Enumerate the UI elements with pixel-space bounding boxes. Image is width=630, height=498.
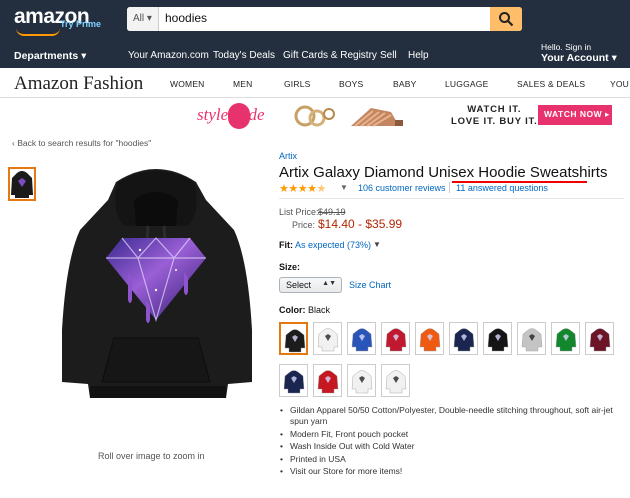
list-item: Printed in USA: [280, 454, 620, 465]
color-swatch-green[interactable]: [551, 322, 580, 355]
try-prime-link[interactable]: Try Prime: [60, 19, 101, 29]
color-swatch-red-purple-design[interactable]: [381, 322, 410, 355]
size-select[interactable]: Select ▲▼: [279, 277, 342, 293]
price-label: Price:: [292, 220, 316, 230]
banner-tagline: WATCH IT. LOVE IT. BUY IT.: [451, 104, 538, 127]
main-product-image[interactable]: [56, 160, 256, 425]
fashion-nav-women[interactable]: WOMEN: [170, 79, 205, 89]
size-chart-link[interactable]: Size Chart: [349, 280, 391, 290]
hoodie-swatch-image: [385, 370, 407, 394]
fashion-nav-luggage[interactable]: LUGGAGE: [445, 79, 488, 89]
stylecode-logo: style code: [197, 102, 282, 130]
color-swatch-navy[interactable]: [449, 322, 478, 355]
color-swatch-navy[interactable]: [279, 364, 308, 397]
hoodie-image: [62, 169, 252, 398]
color-swatch-royal-blue[interactable]: [347, 322, 376, 355]
nav-your-amazon[interactable]: Your Amazon.com: [128, 50, 209, 61]
fashion-nav-men[interactable]: MEN: [233, 79, 253, 89]
hoodie-swatch-image: [419, 328, 441, 352]
fit-link[interactable]: As expected (73%): [295, 240, 371, 250]
fit-label: Fit:: [279, 240, 293, 250]
customer-reviews-link[interactable]: 106 customer reviews: [358, 183, 446, 193]
color-swatch-black[interactable]: [279, 322, 308, 355]
color-label: Color: Black: [279, 305, 331, 315]
hoodie-thumbnail-image: [11, 171, 33, 198]
departments-menu[interactable]: Departments ▾: [14, 50, 86, 62]
amazon-fashion-logo[interactable]: Amazon Fashion: [14, 73, 143, 95]
hoodie-swatch-image: [317, 328, 339, 352]
fashion-nav-sales-deals[interactable]: SALES & DEALS: [517, 79, 585, 89]
color-swatch-maroon[interactable]: [585, 322, 614, 355]
product-thumbnail[interactable]: [8, 167, 36, 201]
color-swatch-black-white[interactable]: [483, 322, 512, 355]
account-menu[interactable]: Hello. Sign in Your Account ▾: [541, 42, 617, 64]
amazon-smile-icon: [16, 28, 60, 36]
hoodie-swatch-image: [284, 329, 306, 353]
jewelry-image: [294, 105, 403, 127]
product-title: Artix Galaxy Diamond Unisex Hoodie Sweat…: [279, 164, 608, 181]
list-price-label: List Price:: [279, 207, 319, 217]
search-button[interactable]: [490, 7, 522, 31]
list-item: Modern Fit, Front pouch pocket: [280, 429, 620, 440]
color-swatch-red[interactable]: [313, 364, 342, 397]
hoodie-swatch-image: [317, 370, 339, 394]
nav-gift-cards[interactable]: Gift Cards & Registry: [283, 50, 377, 61]
brand-link[interactable]: Artix: [279, 151, 297, 161]
zoom-hint: Roll over image to zoom in: [98, 451, 205, 461]
fashion-nav-girls[interactable]: GIRLS: [284, 79, 311, 89]
chevron-down-icon[interactable]: ▼: [340, 183, 348, 192]
hoodie-swatch-image: [453, 328, 475, 352]
top-header: amazon Try Prime All ▾ Departments ▾ You…: [0, 0, 630, 68]
size-label: Size:: [279, 262, 301, 272]
color-swatch-white[interactable]: [381, 364, 410, 397]
list-item: Visit our Store for more items!: [280, 466, 620, 477]
search-input[interactable]: [165, 11, 465, 25]
color-swatch-heather-grey[interactable]: [517, 322, 546, 355]
hoodie-swatch-image: [351, 370, 373, 394]
nav-help[interactable]: Help: [408, 50, 429, 61]
back-to-results-link[interactable]: ‹ Back to search results for "hoodies": [12, 138, 151, 148]
hoodie-swatch-image: [351, 328, 373, 352]
search-icon: [499, 12, 514, 27]
hoodie-swatch-image: [487, 328, 509, 352]
nav-sell[interactable]: Sell: [380, 50, 397, 61]
hoodie-swatch-image: [589, 328, 611, 352]
list-item: Wash Inside Out with Cold Water: [280, 441, 620, 452]
fashion-nav: Amazon Fashion WOMEN MEN GIRLS BOYS BABY…: [0, 68, 630, 98]
color-swatch-orange[interactable]: [415, 322, 444, 355]
fashion-nav-boys[interactable]: BOYS: [339, 79, 363, 89]
answered-questions-link[interactable]: 11 answered questions: [456, 183, 548, 193]
fashion-nav-you[interactable]: YOU: [610, 79, 629, 89]
fashion-nav-baby[interactable]: BABY: [393, 79, 416, 89]
updown-arrows-icon: ▲▼: [322, 280, 336, 287]
list-price-value: $49.19: [318, 207, 346, 217]
color-swatch-white[interactable]: [347, 364, 376, 397]
hoodie-swatch-image: [521, 328, 543, 352]
divider: [279, 198, 624, 199]
hoodie-swatch-image: [283, 370, 305, 394]
nav-todays-deals[interactable]: Today's Deals: [213, 50, 275, 61]
list-item: Gildan Apparel 50/50 Cotton/Polyester, D…: [280, 405, 620, 427]
chevron-down-icon[interactable]: ▼: [373, 240, 381, 249]
feature-bullets: Gildan Apparel 50/50 Cotton/Polyester, D…: [280, 405, 620, 479]
search-bar: All ▾: [127, 7, 522, 31]
price-value: $14.40 - $35.99: [318, 217, 403, 231]
color-swatch-white[interactable]: [313, 322, 342, 355]
hoodie-swatch-image: [385, 328, 407, 352]
hoodie-swatch-image: [555, 328, 577, 352]
search-category-dropdown[interactable]: All ▾: [127, 7, 159, 31]
promo-banner[interactable]: style code WATCH IT. LOVE IT. BUY IT. WA…: [193, 100, 623, 132]
rating-stars[interactable]: ★★★★★: [279, 182, 326, 195]
divider: [449, 182, 450, 193]
watch-now-button[interactable]: WATCH NOW ▸: [538, 105, 612, 125]
